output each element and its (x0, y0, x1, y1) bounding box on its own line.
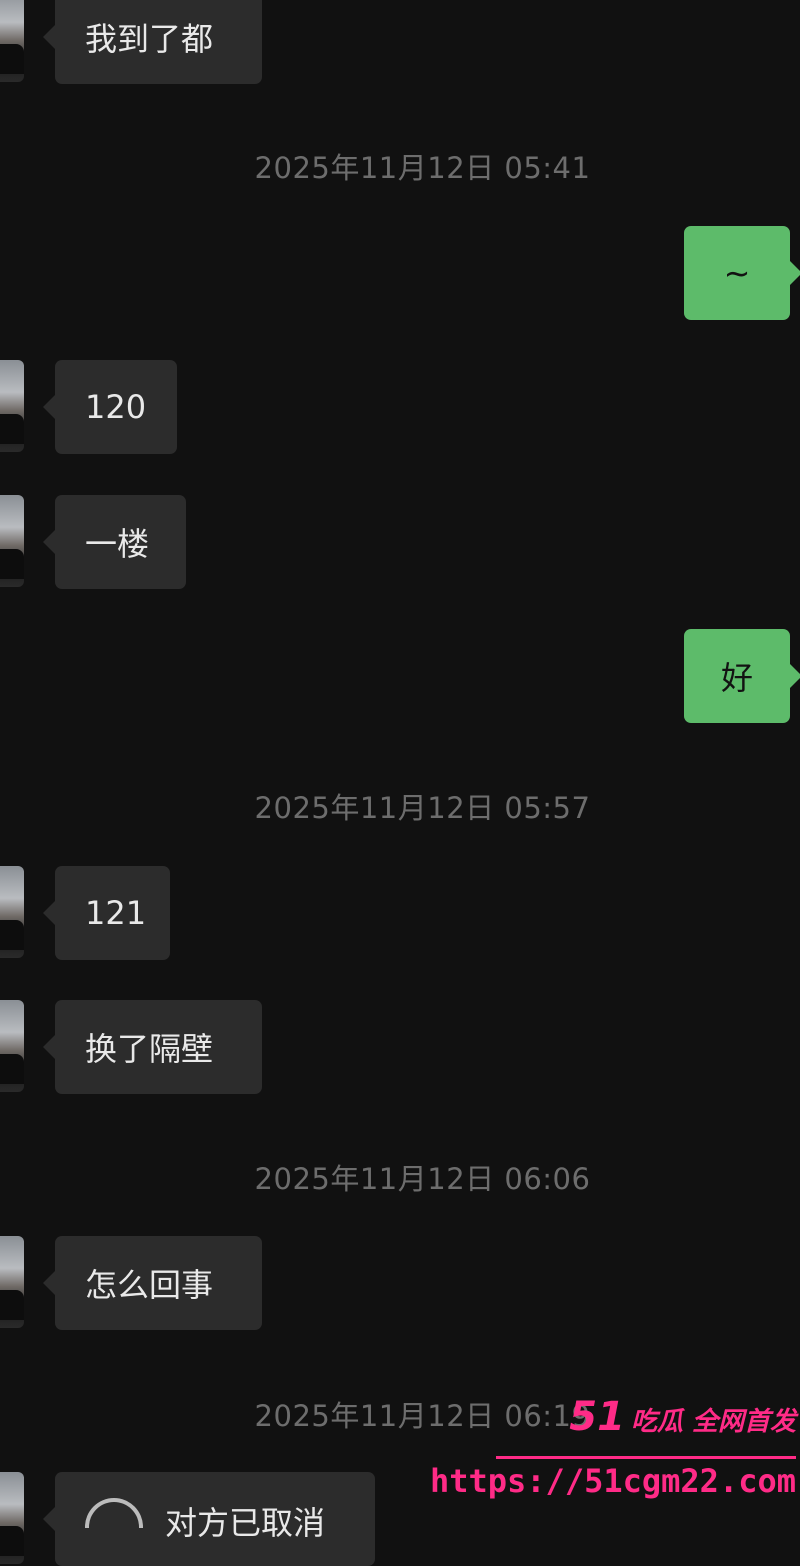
message-bubble-incoming[interactable]: 我到了都 (43, 0, 262, 84)
message-bubble-incoming[interactable]: 怎么回事 (43, 1236, 262, 1330)
watermark: 51 吃瓜 全网首发 https://51cgm22.com (430, 1394, 796, 1512)
contact-avatar[interactable] (0, 495, 24, 587)
contact-avatar[interactable] (0, 360, 24, 452)
message-timestamp: 2025年11月12日 05:41 (254, 151, 591, 185)
call-record-bubble[interactable]: 对方已取消 (43, 1472, 375, 1566)
contact-avatar[interactable] (0, 1236, 24, 1328)
message-bubble-outgoing[interactable]: ~ (684, 226, 800, 320)
phone-icon (85, 1498, 143, 1528)
message-bubble-outgoing[interactable]: 好 (684, 629, 800, 723)
contact-avatar[interactable] (0, 1472, 24, 1564)
message-timestamp: 2025年11月12日 06:06 (254, 1162, 591, 1196)
message-bubble-incoming[interactable]: 121 (43, 866, 170, 960)
watermark-tagline: 吃瓜 全网首发 (630, 1407, 796, 1437)
contact-avatar[interactable] (0, 866, 24, 958)
watermark-brand: 51 吃瓜 全网首发 (569, 1394, 796, 1440)
contact-avatar[interactable] (0, 0, 24, 82)
watermark-url: https://51cgm22.com (429, 1462, 796, 1500)
chat-area: 我到了都 2025年11月12日 05:41 ~ 120 一楼 好 2025年1… (0, 0, 800, 1566)
message-timestamp: 2025年11月12日 05:57 (254, 791, 591, 825)
watermark-brand-number: 51 (569, 1394, 625, 1440)
contact-avatar[interactable] (0, 1000, 24, 1092)
message-bubble-incoming[interactable]: 一楼 (43, 495, 186, 589)
message-bubble-incoming[interactable]: 120 (43, 360, 177, 454)
message-bubble-incoming[interactable]: 换了隔壁 (43, 1000, 262, 1094)
call-record-label: 对方已取消 (165, 1504, 326, 1542)
watermark-divider (496, 1456, 796, 1459)
